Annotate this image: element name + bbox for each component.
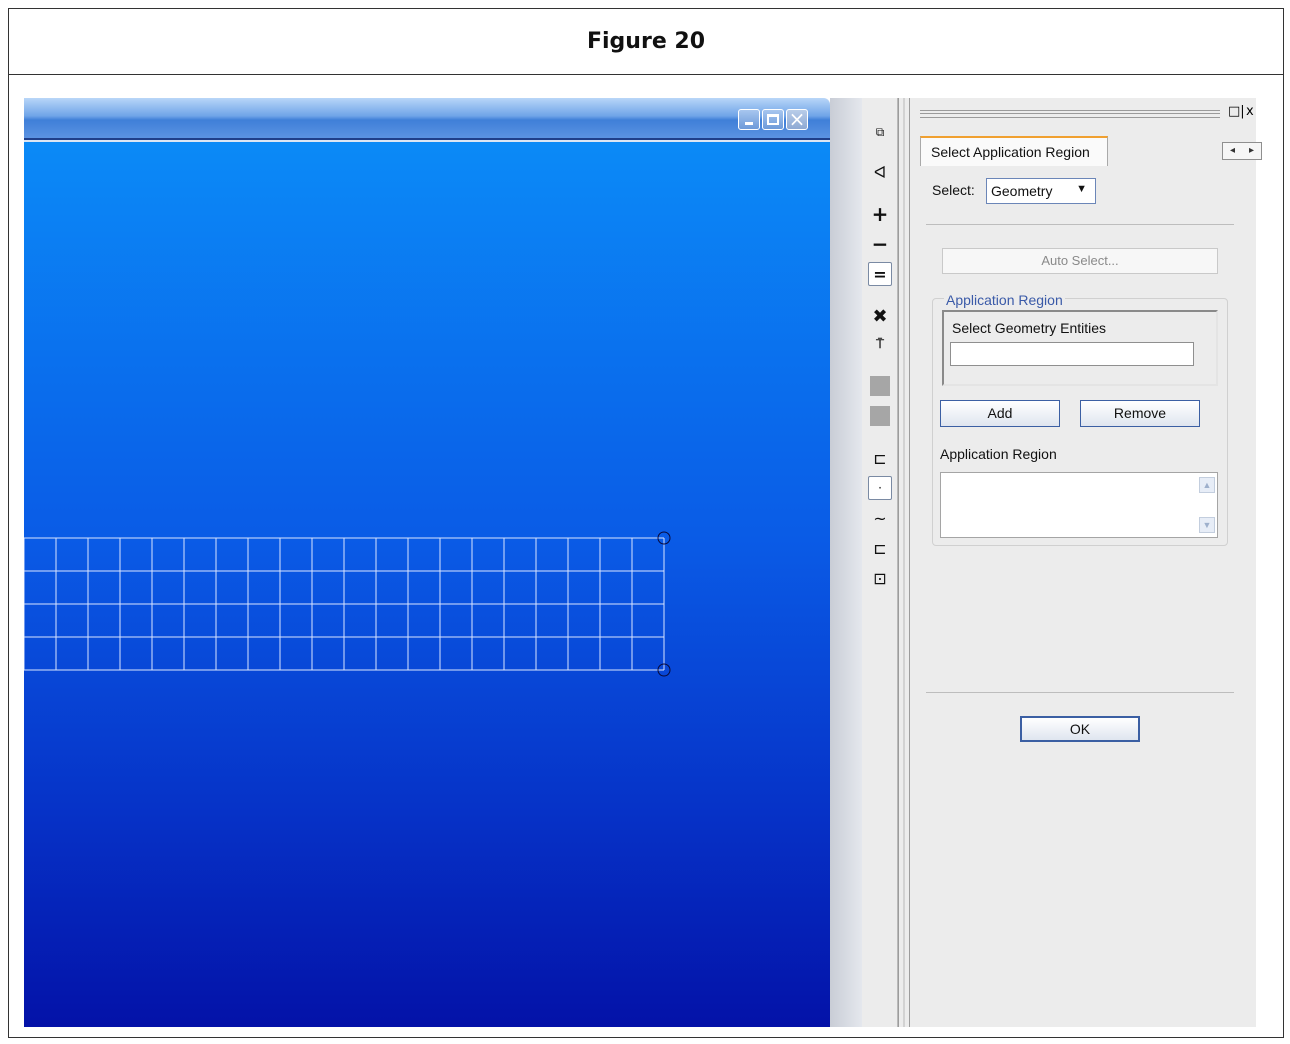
maximize-icon <box>767 114 779 125</box>
face-select-icon[interactable]: ⊏ <box>868 446 892 470</box>
curve-select-icon[interactable]: ~ <box>868 506 892 530</box>
select-label: Select: <box>932 182 975 198</box>
select-type-dropdown[interactable]: Geometry ▼ <box>986 178 1096 204</box>
close-panel-icon[interactable]: x <box>1246 104 1254 119</box>
divider <box>926 692 1234 693</box>
float-panel-icon[interactable]: □| <box>1228 104 1245 119</box>
close-icon: × <box>788 107 806 131</box>
group-title: Application Region <box>944 292 1065 308</box>
tab-next-icon[interactable]: ▸ <box>1242 143 1261 159</box>
node-color-swatch <box>870 376 890 396</box>
polygon-select-icon[interactable]: ᐊ <box>868 160 892 184</box>
maximize-button[interactable] <box>762 109 784 130</box>
tab-scroll-buttons: ◂ ▸ <box>1222 142 1262 160</box>
graphics-canvas[interactable] <box>24 142 830 1027</box>
ok-button[interactable]: OK <box>1020 716 1140 742</box>
figure-title: Figure 20 <box>9 9 1283 75</box>
minimize-icon <box>745 122 753 125</box>
viewport-window: × <box>24 98 830 1027</box>
probe-icon[interactable]: ⧉ <box>868 120 892 144</box>
add-button[interactable]: Add <box>940 400 1060 427</box>
subtract-icon[interactable]: − <box>868 232 892 256</box>
mesh-plot <box>24 531 671 677</box>
selection-toolbar: ⧉ ᐊ + − = ✖ ⍑ ⊏ · ~ ⊏ ⊡ <box>862 98 898 588</box>
close-button[interactable]: × <box>786 107 808 131</box>
entities-label: Select Geometry Entities <box>952 320 1107 336</box>
select-region-panel: □| x Select Application Region ◂ ▸ Selec… <box>910 98 1262 1027</box>
clear-selection-icon[interactable]: ✖ <box>868 304 892 328</box>
divider <box>926 224 1234 225</box>
application-region-list[interactable]: ▲ ▼ <box>940 472 1218 538</box>
remove-button[interactable]: Remove <box>1080 400 1200 427</box>
solid-select-icon[interactable]: ⊡ <box>868 566 892 590</box>
auto-select-button[interactable]: Auto Select... <box>942 248 1218 274</box>
panel-grip[interactable] <box>920 110 1220 118</box>
toolbar-empty-area <box>862 588 898 1027</box>
point-select-icon[interactable]: · <box>868 476 892 500</box>
tab-prev-icon[interactable]: ◂ <box>1223 143 1242 159</box>
select-type-value: Geometry <box>991 183 1053 199</box>
node-color-icon[interactable] <box>868 374 892 398</box>
chevron-down-icon: ▼ <box>1076 183 1087 195</box>
viewport-titlebar[interactable]: × <box>24 98 830 140</box>
element-color-swatch <box>870 406 890 426</box>
element-color-icon[interactable] <box>868 404 892 428</box>
pick-filter-icon[interactable]: ⍑ <box>868 332 892 356</box>
panel-splitter[interactable] <box>898 98 910 1027</box>
geometry-entities-input[interactable] <box>950 342 1194 366</box>
equals-icon[interactable]: = <box>868 262 892 286</box>
tab-select-application-region[interactable]: Select Application Region <box>920 136 1108 166</box>
scroll-down-icon[interactable]: ▼ <box>1199 517 1215 533</box>
region-list-label: Application Region <box>940 446 1057 462</box>
scroll-up-icon[interactable]: ▲ <box>1199 477 1215 493</box>
add-icon[interactable]: + <box>868 202 892 226</box>
minimize-button[interactable] <box>738 109 760 130</box>
surface-select-icon[interactable]: ⊏ <box>868 536 892 560</box>
